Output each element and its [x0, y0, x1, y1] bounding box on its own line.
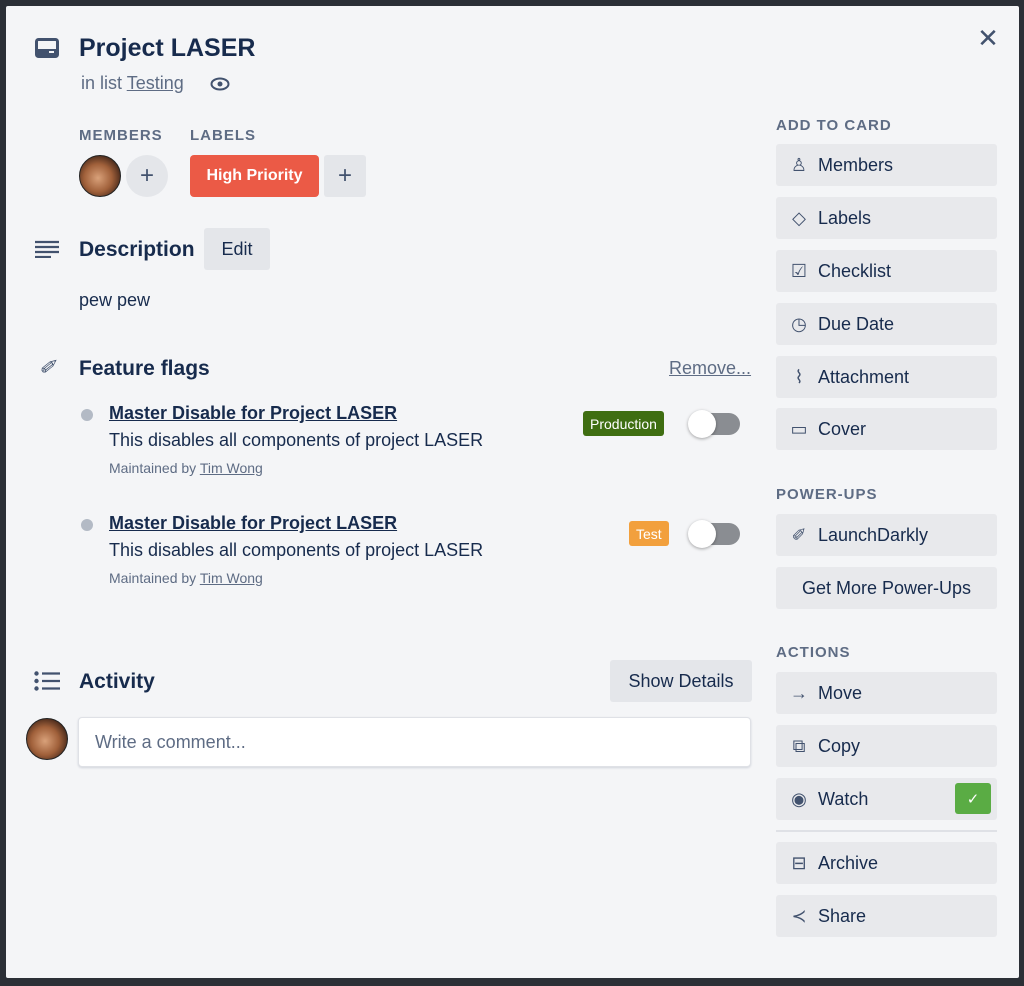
members-heading: MEMBERS [79, 127, 163, 144]
share-button[interactable]: ≺ Share [776, 895, 997, 937]
members-button[interactable]: ♙ Members [776, 144, 997, 186]
cover-button-label: Cover [818, 419, 866, 440]
due-date-button[interactable]: ◷ Due Date [776, 303, 997, 345]
add-label-button[interactable]: + [324, 155, 366, 197]
in-list-prefix: in list [81, 73, 122, 93]
actions-heading: ACTIONS [776, 644, 851, 661]
description-heading: Description [79, 238, 195, 262]
watch-checked-icon: ✓ [955, 783, 991, 814]
maintained-by-prefix: Maintained by [109, 460, 196, 476]
launchdarkly-icon: ✐ [788, 525, 810, 546]
card-title[interactable]: Project LASER [79, 34, 255, 63]
cover-icon: ▭ [788, 419, 810, 440]
remove-feature-flags-link[interactable]: Remove... [669, 358, 751, 379]
flag-title-link[interactable]: Master Disable for Project LASER [109, 513, 397, 534]
tag-icon: ◇ [788, 208, 810, 229]
cover-button[interactable]: ▭ Cover [776, 408, 997, 450]
watching-eye-icon [209, 74, 231, 94]
power-ups-heading: POWER-UPS [776, 486, 878, 503]
flag-bullet [81, 409, 93, 421]
list-location: in list Testing [81, 73, 184, 94]
flag-description: This disables all components of project … [109, 540, 483, 561]
archive-button-label: Archive [818, 853, 878, 874]
attachment-button-label: Attachment [818, 367, 909, 388]
eye-icon: ◉ [788, 789, 810, 810]
get-more-power-ups-button[interactable]: Get More Power-Ups [776, 567, 997, 609]
flag-maintainer: Maintained by Tim Wong [109, 570, 263, 586]
environment-badge-production: Production [583, 411, 664, 436]
copy-button-label: Copy [818, 736, 860, 757]
label-high-priority[interactable]: High Priority [190, 155, 319, 197]
labels-button-label: Labels [818, 208, 871, 229]
card-detail-modal: Project LASER in list Testing ✕ MEMBERS … [6, 6, 1019, 978]
clock-icon: ◷ [788, 314, 810, 335]
feature-flags-heading: Feature flags [79, 357, 210, 381]
flag-toggle[interactable] [690, 523, 740, 545]
copy-button[interactable]: ⧉ Copy [776, 725, 997, 767]
environment-badge-test: Test [629, 521, 669, 546]
share-button-label: Share [818, 906, 866, 927]
current-user-avatar [26, 718, 68, 760]
flag-title-link[interactable]: Master Disable for Project LASER [109, 403, 397, 424]
list-link[interactable]: Testing [127, 73, 184, 93]
comment-input[interactable]: Write a comment... [78, 717, 751, 767]
labels-heading: LABELS [190, 127, 256, 144]
person-icon: ♙ [788, 155, 810, 176]
archive-icon: ⊟ [788, 853, 810, 874]
watch-button[interactable]: ◉ Watch ✓ [776, 778, 997, 820]
flag-maintainer: Maintained by Tim Wong [109, 460, 263, 476]
flag-toggle[interactable] [690, 413, 740, 435]
due-date-button-label: Due Date [818, 314, 894, 335]
move-button[interactable]: → Move [776, 672, 997, 714]
activity-heading: Activity [79, 670, 155, 694]
copy-icon: ⧉ [788, 736, 810, 757]
flag-bullet [81, 519, 93, 531]
card-icon [34, 36, 60, 60]
toggle-knob [688, 520, 716, 548]
attachment-button[interactable]: ⌇ Attachment [776, 356, 997, 398]
actions-divider [776, 830, 997, 832]
member-avatar[interactable] [79, 155, 121, 197]
flag-description: This disables all components of project … [109, 430, 483, 451]
archive-button[interactable]: ⊟ Archive [776, 842, 997, 884]
maintainer-link[interactable]: Tim Wong [200, 460, 263, 476]
checklist-button[interactable]: ☑ Checklist [776, 250, 997, 292]
move-button-label: Move [818, 683, 862, 704]
add-member-button[interactable]: + [126, 155, 168, 197]
maintained-by-prefix: Maintained by [109, 570, 196, 586]
labels-button[interactable]: ◇ Labels [776, 197, 997, 239]
activity-icon [34, 670, 60, 692]
description-text[interactable]: pew pew [79, 290, 150, 311]
description-icon [34, 238, 60, 260]
checkbox-icon: ☑ [788, 261, 810, 282]
members-button-label: Members [818, 155, 893, 176]
share-icon: ≺ [788, 906, 810, 927]
maintainer-link[interactable]: Tim Wong [200, 570, 263, 586]
show-details-button[interactable]: Show Details [610, 660, 752, 702]
add-to-card-heading: ADD TO CARD [776, 117, 892, 134]
paperclip-icon: ⌇ [788, 367, 810, 388]
toggle-knob [688, 410, 716, 438]
arrow-right-icon: → [788, 683, 810, 704]
checklist-button-label: Checklist [818, 261, 891, 282]
watch-button-label: Watch [818, 789, 868, 810]
launchdarkly-icon: ✐ [34, 356, 60, 378]
launchdarkly-button[interactable]: ✐ LaunchDarkly [776, 514, 997, 556]
edit-description-button[interactable]: Edit [204, 228, 270, 270]
close-icon[interactable]: ✕ [976, 26, 1000, 50]
launchdarkly-button-label: LaunchDarkly [818, 525, 928, 546]
